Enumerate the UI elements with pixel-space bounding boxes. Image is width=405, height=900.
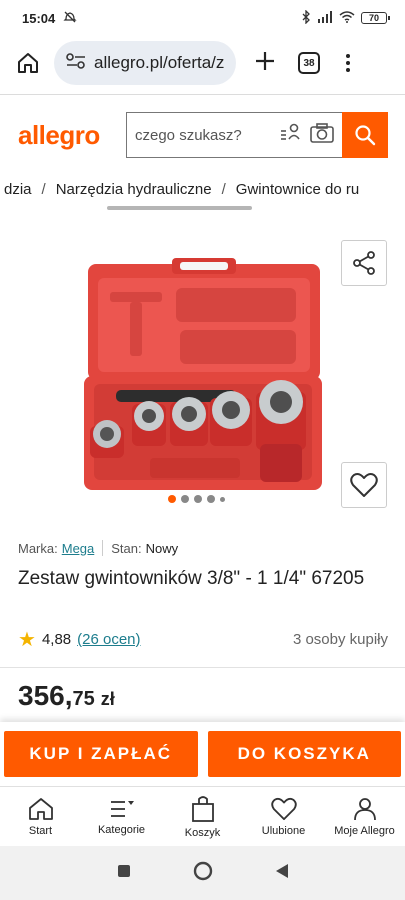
search-button[interactable] — [342, 112, 388, 158]
divider — [0, 94, 405, 95]
signal-icon — [317, 10, 333, 26]
price-fraction: 75 — [72, 688, 95, 710]
nav-label: Kategorie — [97, 823, 146, 836]
breadcrumb-scroll-indicator — [107, 206, 252, 210]
condition-label: Stan: — [111, 540, 142, 556]
status-bar: 15:04 70 — [0, 0, 405, 36]
nav-label: Koszyk — [184, 826, 221, 839]
home-icon — [18, 53, 38, 73]
buyers-count: 3 osoby kupiły — [292, 631, 388, 648]
list-search-icon[interactable] — [280, 123, 302, 147]
camera-icon[interactable] — [310, 123, 334, 147]
heart-icon — [270, 797, 297, 820]
breadcrumb-separator: / — [221, 180, 226, 198]
breadcrumb-separator: / — [41, 180, 46, 198]
status-time: 15:04 — [22, 10, 56, 26]
product-title: Zestaw gwintowników 3/8" - 1 1/4" 67205 — [18, 568, 365, 589]
search-input[interactable]: czego szukasz? — [126, 112, 342, 158]
wifi-icon — [339, 10, 355, 26]
address-bar[interactable]: allegro.pl/oferta/z — [54, 41, 236, 85]
recents-button[interactable] — [117, 864, 131, 883]
cart-icon — [191, 795, 214, 822]
breadcrumb: dzia / Narzędzia hydrauliczne / Gwintown… — [0, 172, 405, 206]
add-to-favorites-button[interactable] — [341, 462, 387, 508]
rating-value: 4,88 — [41, 631, 72, 648]
condition-value: Nowy — [145, 540, 179, 556]
breadcrumb-item[interactable]: Gwintownice do ru — [236, 181, 359, 198]
nav-categories[interactable]: Kategorie — [81, 787, 162, 846]
rating-count-link[interactable]: (26 ocen) — [77, 631, 140, 648]
brand-link[interactable]: Mega — [62, 541, 95, 556]
back-button[interactable] — [275, 863, 289, 884]
breadcrumb-item[interactable]: Narzędzia hydrauliczne — [56, 181, 212, 198]
battery-icon: 70 — [361, 12, 390, 24]
price-integer: 356, — [18, 680, 73, 711]
meta-separator — [102, 540, 104, 556]
rating-row: ★ 4,88 (26 ocen) 3 osoby kupiły — [18, 627, 388, 652]
product-image[interactable] — [80, 258, 326, 492]
search-icon — [355, 125, 376, 146]
tabs-button[interactable]: 38 — [298, 52, 320, 74]
product-meta: Marka: Mega Stan: Nowy — [18, 540, 178, 556]
allegro-logo[interactable]: allegro — [18, 120, 126, 151]
url-text: allegro.pl/oferta/z — [94, 53, 224, 72]
menu-dot — [346, 68, 350, 72]
home-system-button[interactable] — [193, 861, 213, 886]
buy-now-button[interactable]: KUP I ZAPŁAĆ — [4, 731, 198, 777]
nav-start[interactable]: Start — [0, 787, 81, 846]
plus-icon — [256, 52, 274, 70]
share-icon — [353, 251, 375, 275]
categories-icon — [110, 800, 134, 817]
star-icon: ★ — [18, 629, 36, 651]
browser-menu-button[interactable] — [344, 54, 352, 72]
price-currency: zł — [100, 689, 115, 709]
add-to-cart-button[interactable]: DO KOSZYKA — [207, 731, 401, 777]
divider — [0, 667, 405, 668]
recents-icon — [117, 864, 130, 877]
home-button[interactable] — [10, 45, 46, 81]
share-button[interactable] — [341, 240, 387, 286]
breadcrumb-item[interactable]: dzia — [4, 181, 32, 198]
nav-cart[interactable]: Koszyk — [162, 787, 243, 846]
site-settings-icon[interactable] — [66, 52, 86, 75]
home-icon — [28, 797, 53, 820]
search-placeholder: czego szukasz? — [135, 126, 242, 144]
gallery-dot[interactable] — [181, 495, 189, 503]
back-icon — [275, 863, 288, 878]
nav-label: Ulubione — [261, 824, 306, 837]
bluetooth-icon — [301, 8, 311, 27]
user-icon — [353, 797, 376, 820]
price: 356, 75 zł — [18, 680, 115, 712]
heart-icon — [350, 473, 378, 497]
home-circle-icon — [193, 861, 212, 880]
nav-my-allegro[interactable]: Moje Allegro — [324, 787, 405, 846]
android-navigation-bar — [0, 846, 405, 900]
menu-dot — [346, 54, 350, 58]
nav-favorites[interactable]: Ulubione — [243, 787, 324, 846]
nav-label: Moje Allegro — [334, 824, 395, 837]
gallery-dot[interactable] — [194, 495, 202, 503]
brand-label: Marka: — [18, 540, 58, 556]
product-gallery — [0, 230, 405, 520]
gallery-pagination — [168, 495, 225, 503]
site-header: allegro czego szukasz? — [0, 100, 405, 170]
do-not-disturb-icon — [63, 10, 77, 27]
gallery-dot[interactable] — [168, 495, 176, 503]
new-tab-button[interactable] — [250, 47, 280, 79]
purchase-bar: KUP I ZAPŁAĆ DO KOSZYKA — [0, 722, 405, 786]
menu-dot — [346, 61, 350, 65]
gallery-dot[interactable] — [220, 496, 225, 502]
browser-toolbar: allegro.pl/oferta/z 38 — [0, 38, 405, 88]
gallery-dot[interactable] — [207, 495, 215, 503]
bottom-navigation: Start Kategorie Koszyk Ulubione Moje All… — [0, 786, 405, 846]
nav-label: Start — [28, 824, 53, 837]
search-bar: czego szukasz? — [126, 112, 388, 158]
